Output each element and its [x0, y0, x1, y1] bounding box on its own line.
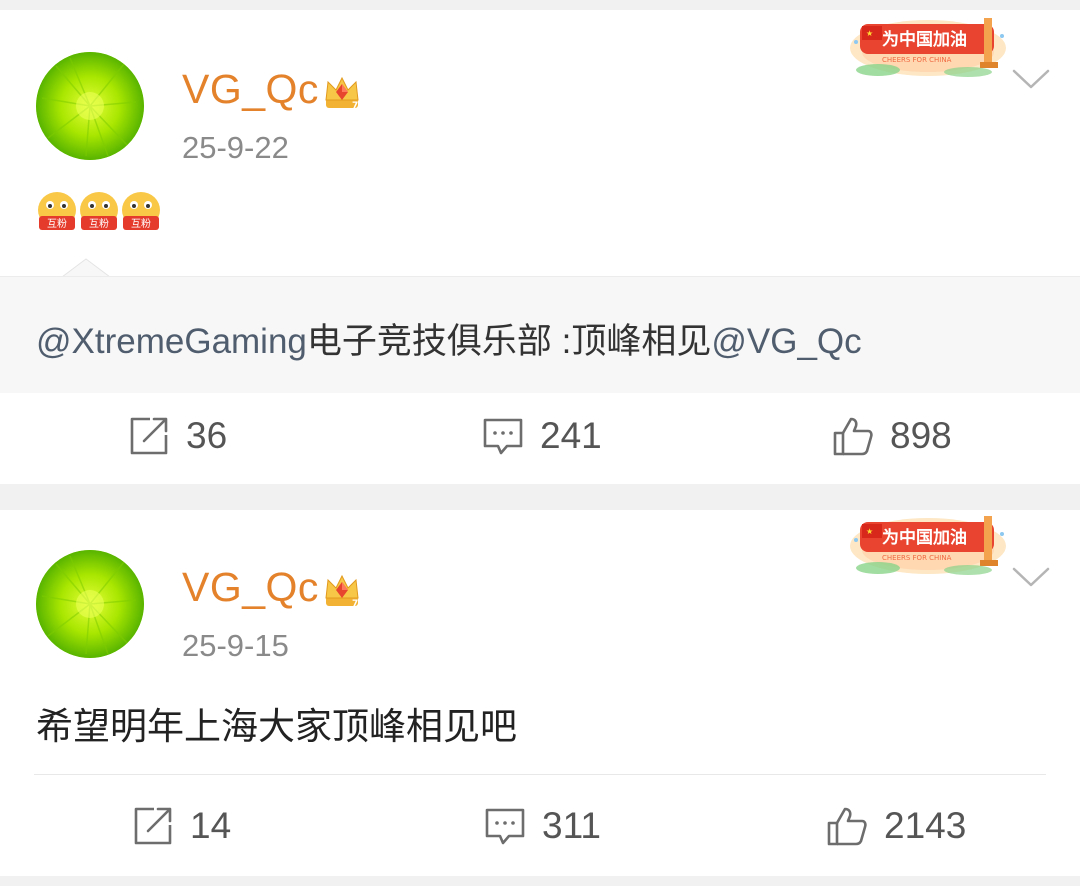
- like-count: 898: [890, 415, 952, 456]
- repost-box[interactable]: @XtremeGaming电子竞技俱乐部 :顶峰相见@VG_Qc: [0, 276, 1080, 393]
- like-button[interactable]: 898: [832, 414, 952, 458]
- svg-text:7: 7: [352, 599, 358, 609]
- comment-icon: [483, 418, 523, 455]
- crown-icon[interactable]: 7: [322, 570, 362, 610]
- comment-count: 241: [540, 415, 602, 456]
- avatar[interactable]: [36, 52, 144, 160]
- svg-text:★: ★: [866, 527, 873, 536]
- cheers-for-china-badge[interactable]: ★ 为中国加油 CHEERS FOR CHINA: [848, 12, 1006, 78]
- badge-subtitle: CHEERS FOR CHINA: [882, 554, 952, 562]
- svg-text:互粉: 互粉: [89, 217, 109, 230]
- avatar-pattern-icon: [36, 550, 144, 658]
- cheers-for-china-badge[interactable]: ★ 为中国加油 CHEERS FOR CHINA: [848, 510, 1006, 576]
- badge-subtitle: CHEERS FOR CHINA: [882, 56, 952, 64]
- crown-icon[interactable]: 7: [322, 72, 362, 112]
- emoji-icon: 互粉: [122, 192, 160, 230]
- chevron-down-icon[interactable]: [1012, 566, 1050, 588]
- repost-button[interactable]: 36: [128, 414, 227, 458]
- post-date: 25-9-15: [182, 628, 289, 663]
- emoji-icon: 互粉: [80, 192, 118, 230]
- share-icon: [134, 807, 172, 845]
- username[interactable]: VG_Qc: [182, 66, 319, 113]
- repost-pointer-icon: [62, 258, 110, 278]
- comment-count: 311: [542, 805, 601, 846]
- svg-text:★: ★: [866, 29, 873, 38]
- repost-count: 14: [190, 805, 232, 846]
- mention-link[interactable]: @VG_Qc: [711, 322, 861, 361]
- repost-button[interactable]: 14: [132, 804, 231, 848]
- post-card[interactable]: VG_Qc 7 25-9-15 ★ 为中国加油 CHEERS FOR CHINA…: [0, 510, 1080, 876]
- like-button[interactable]: 2143: [826, 804, 966, 848]
- svg-text:互粉: 互粉: [47, 217, 67, 230]
- badge-title: 为中国加油: [882, 29, 967, 50]
- post-date: 25-9-22: [182, 130, 289, 165]
- svg-text:互粉: 互粉: [131, 217, 151, 230]
- comment-button[interactable]: 311: [484, 804, 601, 848]
- like-count: 2143: [884, 805, 967, 846]
- avatar-pattern-icon: [36, 52, 144, 160]
- badge-title: 为中国加油: [882, 527, 967, 548]
- emoji-icon: 互粉: [38, 192, 76, 230]
- avatar[interactable]: [36, 550, 144, 658]
- mention-link[interactable]: @XtremeGaming: [36, 322, 307, 361]
- repost-body: 电子竞技俱乐部 :顶峰相见: [306, 322, 712, 361]
- comment-icon: [485, 808, 525, 845]
- username[interactable]: VG_Qc: [182, 564, 319, 611]
- divider: [34, 774, 1046, 775]
- like-icon: [827, 807, 867, 846]
- share-icon: [130, 417, 168, 455]
- repost-count: 36: [186, 415, 228, 456]
- like-icon: [833, 417, 873, 456]
- comment-button[interactable]: 241: [482, 414, 602, 458]
- post-card[interactable]: VG_Qc 7 25-9-22 ★ 为中国加油 CHEERS FOR CHINA…: [0, 10, 1080, 484]
- chevron-down-icon[interactable]: [1012, 68, 1050, 90]
- repost-text: @XtremeGaming电子竞技俱乐部 :顶峰相见@VG_Qc: [36, 313, 862, 364]
- svg-text:7: 7: [352, 101, 358, 111]
- post-text: 希望明年上海大家顶峰相见吧: [36, 706, 517, 747]
